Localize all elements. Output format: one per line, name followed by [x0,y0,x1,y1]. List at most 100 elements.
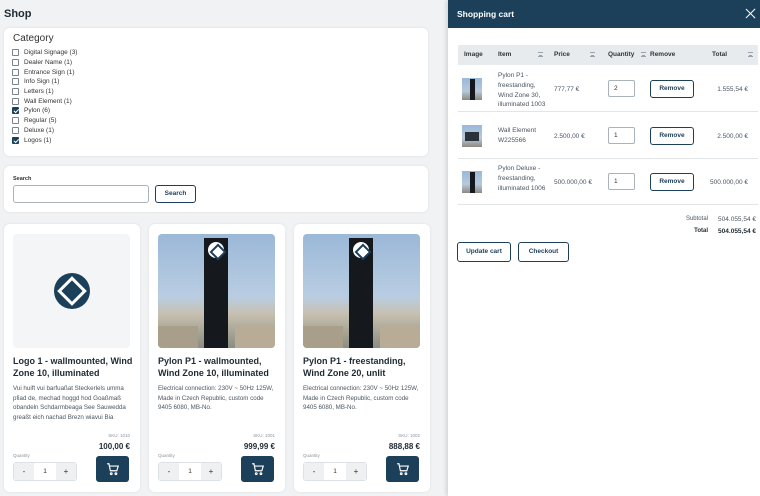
cart-icon [106,463,119,476]
product-sku: SKU: 1001 [253,433,275,438]
category-item[interactable]: Dealer Name (1) [12,58,77,68]
cart-item-name: Pylon P1 - freestanding, Wind Zone 30, i… [498,72,546,109]
brand-logo-icon [53,273,90,309]
cart-row: Pylon Deluxe - freestanding, illuminated… [458,159,758,205]
cart-row: Pylon P1 - freestanding, Wind Zone 30, i… [458,66,758,112]
sort-icon[interactable] [538,52,543,57]
category-item[interactable]: Wall Element (1) [12,96,77,106]
column-price[interactable]: Price [554,51,570,58]
category-item[interactable]: Pylon (6) [12,106,77,116]
pylon-logo-icon [208,242,224,258]
column-item[interactable]: Item [498,51,511,58]
decrement-button[interactable]: - [14,463,34,480]
product-price: 100,00 € [98,442,130,451]
product-card: Pylon P1 - freestanding, Wind Zone 20, u… [294,224,430,492]
category-checkbox[interactable] [12,126,19,134]
decrement-button[interactable]: - [304,463,324,480]
pylon-logo-icon [353,242,369,258]
category-item[interactable]: Digital Signage (3) [12,48,77,58]
category-checkbox[interactable] [12,97,19,105]
increment-button[interactable]: + [346,463,366,480]
cart-table-header: Image Item Price Quantity Remove Total [458,45,758,65]
increment-button[interactable]: + [201,463,221,480]
category-label: Entrance Sign (1) [24,68,75,76]
update-cart-button[interactable]: Update cart [457,242,511,262]
remove-button[interactable]: Remove [650,80,694,98]
drawer-title: Shopping cart [457,9,515,19]
add-to-cart-button[interactable] [96,456,129,482]
cart-item-name: Wall Element W225566 [498,127,537,144]
cart-item-total: 2.500,00 € [717,133,748,140]
category-checkbox[interactable] [12,78,19,86]
page-title: Shop [4,8,32,20]
product-description: Vui huift vui barfuaßat Steckerlels umma… [13,385,126,421]
cart-item-quantity-input[interactable]: 1 [608,127,635,144]
quantity-stepper: - 1 + [13,462,77,481]
category-label: Letters (1) [24,88,54,96]
total-label: Total [694,228,708,234]
category-checkbox[interactable] [12,49,19,57]
category-item[interactable]: Regular (5) [12,116,77,126]
close-icon[interactable] [745,7,757,19]
quantity-input[interactable]: 1 [34,463,56,480]
cart-item-thumbnail [462,171,482,193]
category-checkbox[interactable] [12,117,19,125]
category-panel: Category Digital Signage (3) Dealer Name… [4,28,428,156]
drawer-header: Shopping cart [448,0,760,28]
category-label: Pylon (6) [24,107,51,115]
quantity-input[interactable]: 1 [324,463,346,480]
category-checkbox[interactable] [12,68,19,76]
category-title: Category [13,33,54,44]
quantity-stepper: - 1 + [303,462,367,481]
product-name[interactable]: Logo 1 - wallmounted, Wind Zone 10, illu… [13,355,135,379]
sort-icon[interactable] [590,52,595,57]
sort-icon[interactable] [641,52,646,57]
product-card: Logo 1 - wallmounted, Wind Zone 10, illu… [4,224,140,492]
remove-button[interactable]: Remove [650,173,694,191]
column-quantity[interactable]: Quantity [608,51,634,58]
cart-item-total: 1.555,54 € [717,86,748,93]
add-to-cart-button[interactable] [241,456,274,482]
category-item[interactable]: Deluxe (1) [12,126,77,136]
cart-item-quantity-input[interactable]: 2 [608,80,635,97]
add-to-cart-button[interactable] [386,456,419,482]
quantity-input[interactable]: 1 [179,463,201,480]
category-item[interactable]: Entrance Sign (1) [12,67,77,77]
category-list: Digital Signage (3) Dealer Name (1) Entr… [12,48,77,145]
category-checkbox[interactable] [12,136,19,144]
search-label: Search [13,176,32,182]
sort-icon[interactable] [748,52,753,57]
category-label: Logos (1) [24,136,52,144]
category-item[interactable]: Letters (1) [12,87,77,97]
column-total[interactable]: Total [712,51,727,58]
total-value: 504.055,54 € [718,228,756,235]
increment-button[interactable]: + [56,463,76,480]
cart-item-quantity-input[interactable]: 1 [608,173,635,190]
category-checkbox[interactable] [12,107,19,115]
background-building [235,326,275,348]
category-item[interactable]: Logos (1) [12,135,77,145]
subtotal-value: 504.055,54 € [718,216,756,223]
category-checkbox[interactable] [12,88,19,96]
category-checkbox[interactable] [12,59,19,67]
product-name[interactable]: Pylon P1 - wallmounted, Wind Zone 10, il… [158,355,280,379]
background-building [380,326,420,348]
product-sku: SKU: 1010 [108,433,130,438]
subtotal-label: Subtotal [685,216,708,222]
product-name[interactable]: Pylon P1 - freestanding, Wind Zone 20, u… [303,355,425,379]
product-image[interactable] [158,234,275,348]
product-card: Pylon P1 - wallmounted, Wind Zone 10, il… [149,224,285,492]
decrement-button[interactable]: - [159,463,179,480]
remove-button[interactable]: Remove [650,127,694,145]
product-image[interactable] [303,234,420,348]
checkout-button[interactable]: Checkout [518,242,569,262]
product-sku: SKU: 1002 [398,433,420,438]
column-remove: Remove [650,51,676,58]
search-button[interactable]: Search [155,185,196,203]
shopping-cart-drawer: Shopping cart Image Item Price Quantity … [448,0,760,496]
cart-item-price: 777,77 € [554,86,580,93]
product-image[interactable] [13,234,130,348]
search-input[interactable] [13,185,149,203]
category-item[interactable]: Info Sign (1) [12,77,77,87]
category-label: Regular (5) [24,117,57,125]
